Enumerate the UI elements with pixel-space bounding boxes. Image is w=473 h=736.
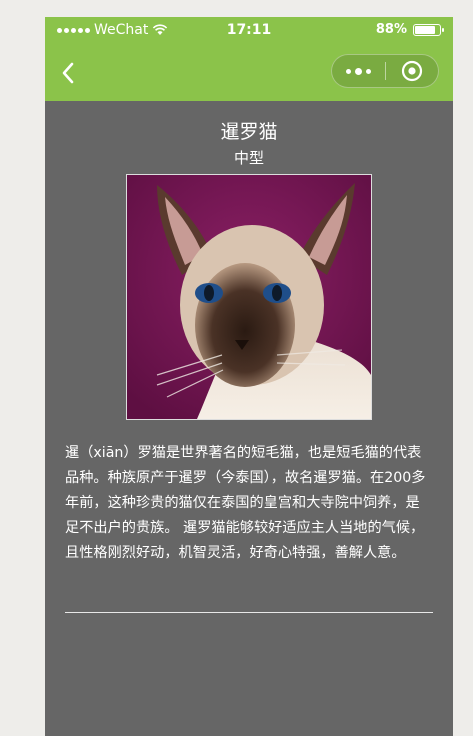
battery-status: 88%	[375, 22, 444, 37]
status-bar: WeChat 17:11 88%	[45, 17, 453, 45]
breed-description: 暹（xiān）罗猫是世界著名的短毛猫，也是短毛猫的代表品种。种族原产于暹罗（今泰…	[65, 445, 426, 561]
cat-photo	[126, 174, 372, 420]
battery-percent: 88%	[375, 22, 407, 37]
divider-line	[65, 612, 433, 613]
breed-size: 中型	[233, 149, 264, 167]
more-dots-icon	[346, 68, 351, 74]
back-button[interactable]	[53, 57, 83, 89]
navigation-bar	[45, 45, 453, 101]
battery-icon	[413, 23, 444, 36]
phone-screen: WeChat 17:11 88% 暹罗猫 中型 暹（xiān）罗猫是世界著名的短…	[45, 17, 453, 736]
close-miniprogram-button[interactable]	[386, 55, 438, 87]
chevron-left-icon	[62, 62, 74, 84]
target-circle-icon	[401, 60, 423, 82]
breed-name: 暹罗猫	[220, 121, 278, 143]
menu-capsule	[331, 54, 439, 88]
more-button[interactable]	[332, 55, 385, 87]
